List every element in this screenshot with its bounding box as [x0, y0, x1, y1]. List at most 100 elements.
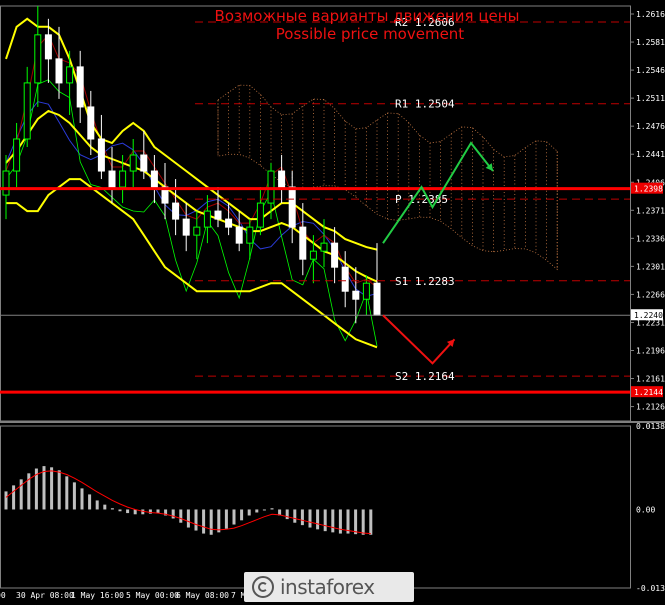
candle-body [108, 170, 116, 188]
macd-bar [126, 509, 130, 514]
macd-bar [369, 509, 373, 535]
instaforex-logo-icon [252, 576, 274, 598]
candle-body [267, 170, 275, 204]
candle-body [214, 210, 222, 220]
candle-body [341, 266, 349, 292]
candle-body [299, 226, 307, 260]
candle-body [320, 242, 328, 252]
macd-bar [50, 467, 54, 510]
macd-bar [361, 509, 365, 535]
candle-body [76, 66, 84, 108]
candle-body [246, 226, 254, 244]
macd-bar [186, 509, 190, 528]
watermark: instaforex [244, 572, 414, 602]
candle-body [331, 242, 339, 268]
price-tick-label: 1.2476 [636, 122, 665, 131]
macd-bar [316, 509, 320, 530]
macd-bar [247, 509, 251, 516]
macd-bar [103, 504, 107, 510]
macd-bar [19, 479, 23, 510]
candle-body [256, 202, 264, 228]
macd-bar [240, 509, 244, 521]
macd-bar [80, 488, 84, 510]
macd-bar [262, 509, 266, 511]
chart-title: Возможные варианты движения цены [215, 7, 520, 25]
price-tick-label: 1.2161 [636, 375, 665, 384]
candle-body [278, 170, 286, 188]
time-label: 5 May 00:00 [126, 591, 179, 600]
macd-bar [270, 508, 274, 510]
macd-bar [255, 509, 259, 513]
price-tick-label: 1.2126 [636, 403, 665, 412]
pivot-label: S2 1.2164 [395, 370, 455, 383]
candle-body [44, 34, 52, 60]
candle-body [172, 202, 180, 220]
price-tick-label: 1.2266 [636, 290, 665, 299]
macd-bar [110, 508, 114, 510]
price-tick-label: 1.2336 [636, 234, 665, 243]
watermark-text: instaforex [280, 575, 375, 599]
macd-bar [293, 509, 297, 523]
candle-body [193, 226, 201, 236]
price-tick-label: 1.2511 [636, 94, 665, 103]
macd-bar [354, 509, 358, 535]
candle-body [182, 218, 190, 236]
candle-body [34, 34, 42, 84]
candle-body [2, 170, 10, 196]
macd-bar [194, 509, 198, 531]
time-axis: 00 30 Apr 08:001 May 16:005 May 00:006 Ma… [0, 591, 255, 600]
macd-bar [285, 509, 289, 520]
macd-bar [224, 509, 228, 529]
price-tick-label: 1.2581 [636, 38, 665, 47]
pivot-label: R1 1.2504 [395, 98, 455, 111]
macd-bar [12, 485, 16, 510]
macd-bar [42, 466, 46, 510]
candle-body [140, 154, 148, 172]
pivot-label: S1 1.2283 [395, 275, 455, 288]
candle-body [23, 82, 31, 140]
time-label: 00 [0, 591, 6, 600]
price-tick-label: 1.2441 [636, 150, 665, 159]
chart-subtitle: Possible price movement [276, 25, 465, 43]
time-label: 1 May 16:00 [71, 591, 124, 600]
time-label: 6 May 08:00 [176, 591, 229, 600]
candle-body [352, 290, 360, 300]
price-tick-label: 1.2371 [636, 206, 665, 215]
macd-bar [217, 509, 221, 533]
macd-tick-label: 0.00 [636, 505, 655, 514]
support-price-tag-label: 1.2144 [634, 388, 663, 397]
macd-bar [232, 509, 236, 525]
macd-bar [179, 509, 183, 523]
macd-bar [72, 482, 76, 510]
candle-body [288, 186, 296, 228]
candle-body [309, 250, 317, 260]
macd-bar [57, 470, 61, 510]
macd-tick-label: -0.01304 [636, 584, 665, 593]
macd-bar [209, 509, 213, 535]
candle-body [97, 138, 105, 172]
price-tick-label: 1.2616 [636, 10, 665, 19]
macd-bar [202, 509, 206, 534]
macd-bar [308, 509, 312, 528]
price-tick-label: 1.2196 [636, 346, 665, 355]
candle-body [55, 58, 63, 84]
candle-body [362, 282, 370, 300]
resistance-price-tag-label: 1.2398 [634, 185, 663, 194]
macd-bar [300, 509, 304, 526]
candle-body [203, 210, 211, 228]
candle-body [119, 170, 127, 188]
candle-body [235, 226, 243, 244]
candle-body [225, 218, 233, 228]
time-label: 30 Apr 08:00 [16, 591, 74, 600]
candle-body [13, 138, 21, 172]
candle-body [66, 66, 74, 84]
macd-bar [171, 509, 175, 519]
current-price-tag-label: 1.2240 [634, 311, 663, 320]
macd-bar [95, 500, 99, 510]
candle-body [87, 106, 95, 140]
price-tick-label: 1.2301 [636, 262, 665, 271]
macd-bar [118, 509, 122, 512]
price-chart: R2 1.2606R1 1.2504P 1.2385S1 1.2283S2 1.… [0, 0, 665, 605]
macd-bar [4, 491, 8, 510]
price-tick-label: 1.2546 [636, 66, 665, 75]
